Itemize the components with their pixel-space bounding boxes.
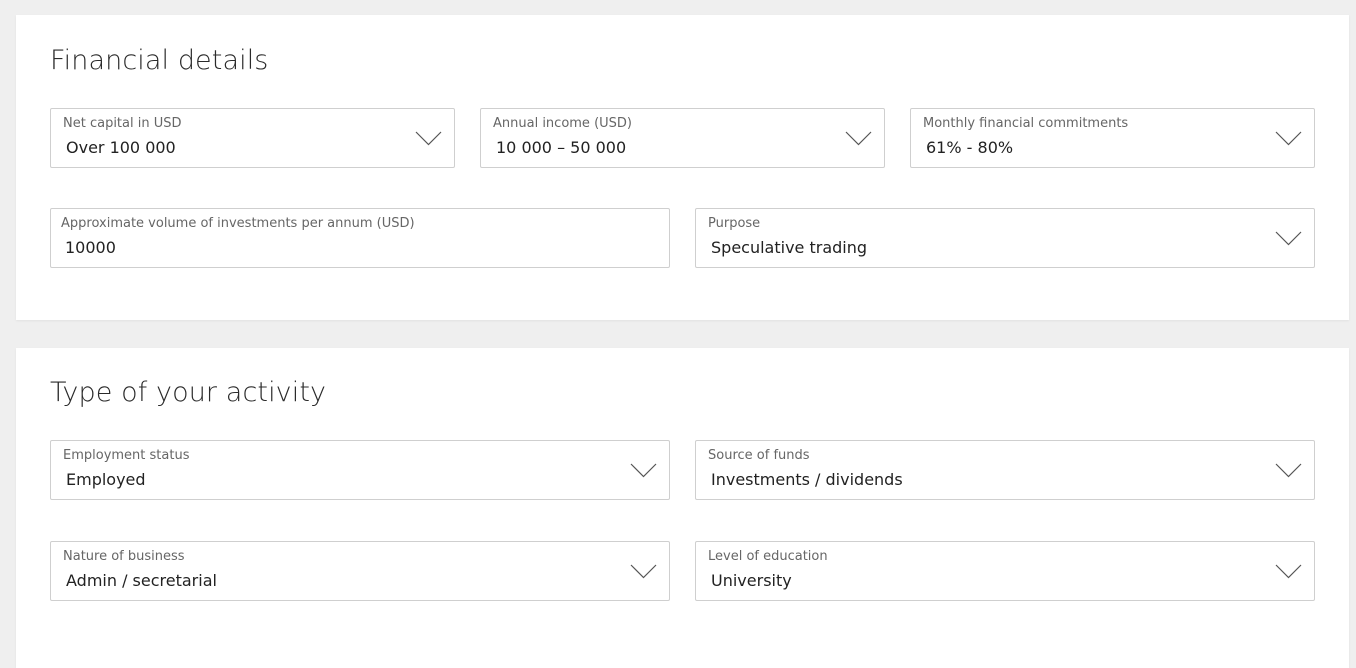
employment-status-label: Employment status [63,448,190,463]
net-capital-value: Over 100 000 [66,138,176,157]
nature-of-business-select[interactable]: Nature of business Admin / secretarial [50,541,670,601]
annual-income-value: 10 000 – 50 000 [496,138,627,157]
chevron-down-icon [1275,463,1302,478]
investment-volume-input[interactable] [65,236,653,258]
education-level-value: University [711,571,792,590]
nature-of-business-value: Admin / secretarial [66,571,217,590]
purpose-value: Speculative trading [711,238,868,257]
investment-volume-field[interactable]: Approximate volume of investments per an… [50,208,670,268]
chevron-down-icon [1275,564,1302,579]
financial-details-card: Financial details Net capital in USD Ove… [16,15,1349,320]
annual-income-label: Annual income (USD) [493,116,632,131]
employment-status-value: Employed [66,470,146,489]
purpose-label: Purpose [708,216,761,231]
purpose-select[interactable]: Purpose Speculative trading [695,208,1315,268]
source-of-funds-label: Source of funds [708,448,810,463]
education-level-select[interactable]: Level of education University [695,541,1315,601]
education-level-label: Level of education [708,549,828,564]
monthly-commitments-select[interactable]: Monthly financial commitments 61% - 80% [910,108,1315,168]
investment-volume-label: Approximate volume of investments per an… [61,216,415,231]
nature-of-business-label: Nature of business [63,549,185,564]
chevron-down-icon [630,564,657,579]
monthly-commitments-label: Monthly financial commitments [923,116,1129,131]
source-of-funds-select[interactable]: Source of funds Investments / dividends [695,440,1315,500]
activity-type-title: Type of your activity [50,377,327,408]
net-capital-label: Net capital in USD [63,116,182,131]
chevron-down-icon [630,463,657,478]
annual-income-select[interactable]: Annual income (USD) 10 000 – 50 000 [480,108,885,168]
source-of-funds-value: Investments / dividends [711,470,903,489]
financial-details-title: Financial details [50,45,269,76]
net-capital-select[interactable]: Net capital in USD Over 100 000 [50,108,455,168]
chevron-down-icon [1275,231,1302,246]
chevron-down-icon [845,131,872,146]
monthly-commitments-value: 61% - 80% [926,138,1014,157]
employment-status-select[interactable]: Employment status Employed [50,440,670,500]
chevron-down-icon [1275,131,1302,146]
chevron-down-icon [415,131,442,146]
activity-type-card: Type of your activity Employment status … [16,348,1349,668]
